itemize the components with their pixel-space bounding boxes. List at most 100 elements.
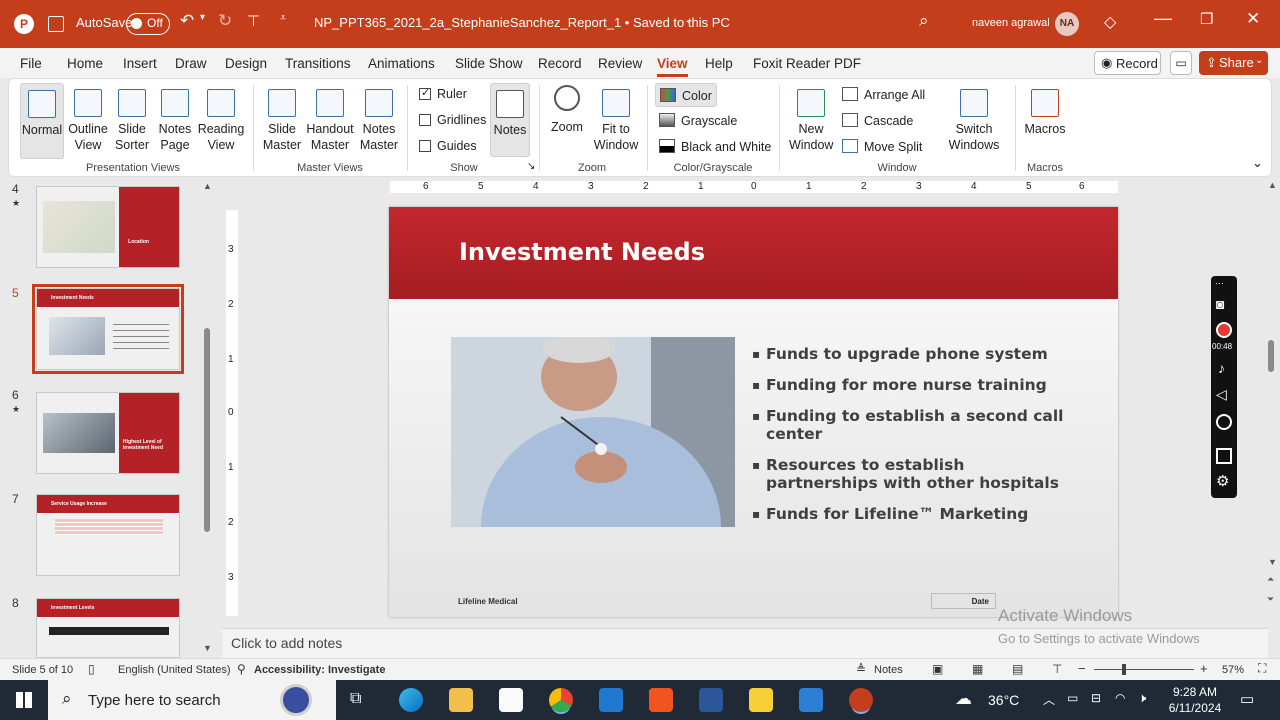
- share-button[interactable]: ⇪ Share ⌄: [1199, 51, 1268, 75]
- notes-master-button[interactable]: Notes Master: [357, 89, 401, 153]
- tab-foxit-reader-pdf[interactable]: Foxit Reader PDF: [753, 56, 861, 71]
- handout-master-button[interactable]: Handout Master: [305, 89, 355, 153]
- file-explorer-icon[interactable]: [449, 688, 473, 712]
- battery-icon[interactable]: ▭: [1067, 691, 1078, 705]
- zoom-button[interactable]: Zoom: [547, 85, 587, 135]
- slide-thumbnail-5[interactable]: Investment Needs: [32, 284, 184, 374]
- recorder-menu-icon[interactable]: ⋯: [1215, 278, 1224, 289]
- minimize-icon[interactable]: —: [1154, 8, 1172, 29]
- outline-view-button[interactable]: Outline View: [66, 89, 110, 153]
- camera-icon[interactable]: ◙: [1216, 296, 1224, 312]
- fit-to-window-button[interactable]: Fit to Window: [593, 89, 639, 153]
- undo-dropdown-icon[interactable]: ▾: [200, 12, 205, 23]
- language-indicator[interactable]: English (United States): [118, 664, 231, 676]
- speaker-icon[interactable]: ◁: [1216, 386, 1227, 403]
- ruler-checkbox[interactable]: Ruler: [419, 86, 467, 101]
- notes-status-button[interactable]: Notes: [874, 664, 903, 676]
- powerpoint-taskbar-icon[interactable]: [849, 688, 873, 712]
- chrome-browser-icon[interactable]: [549, 688, 573, 712]
- notes-page-button[interactable]: Notes Page: [155, 89, 195, 153]
- clock-widget-icon[interactable]: [280, 684, 312, 716]
- comments-icon[interactable]: ▭: [1170, 51, 1192, 75]
- scroll-down-icon[interactable]: ▼: [203, 643, 212, 653]
- screen-icon[interactable]: [1216, 448, 1232, 464]
- normal-view-button[interactable]: Normal: [20, 83, 64, 159]
- taskbar-clock[interactable]: 9:28 AM 6/11/2024: [1160, 684, 1230, 716]
- restore-icon[interactable]: ❐: [1200, 10, 1213, 28]
- network-icon[interactable]: ⊟: [1091, 691, 1101, 705]
- tab-home[interactable]: Home: [67, 56, 103, 71]
- slide-photo-elderly-man[interactable]: [451, 337, 735, 527]
- diamond-icon[interactable]: ◇: [1104, 12, 1116, 32]
- next-slide-icon[interactable]: ⏷: [1267, 594, 1274, 605]
- arrange-all-button[interactable]: Arrange All: [842, 87, 925, 102]
- slide-thumbnail-6[interactable]: Highest Level of Investment Need: [36, 392, 180, 474]
- black-and-white-button[interactable]: Black and White: [659, 139, 771, 154]
- tray-chevron-up-icon[interactable]: ︿: [1043, 691, 1055, 708]
- tab-animations[interactable]: Animations: [368, 56, 435, 71]
- close-icon[interactable]: ✕: [1246, 9, 1260, 29]
- zoom-slider-thumb[interactable]: [1122, 664, 1126, 675]
- thumbnails-scrollbar[interactable]: [204, 328, 210, 532]
- microsoft-store-icon[interactable]: [499, 688, 523, 712]
- dialog-launcher-icon[interactable]: ↘: [527, 161, 535, 172]
- scroll-down-icon[interactable]: ▼: [1268, 557, 1277, 567]
- windows-start-icon[interactable]: [16, 692, 32, 708]
- search-icon[interactable]: ⌕: [919, 11, 929, 31]
- grayscale-button[interactable]: Grayscale: [659, 113, 737, 128]
- tab-help[interactable]: Help: [705, 56, 733, 71]
- settings-gear-icon[interactable]: ⚙: [1216, 472, 1229, 490]
- zoom-level[interactable]: 57%: [1222, 664, 1244, 676]
- gridlines-checkbox[interactable]: Gridlines: [419, 113, 486, 127]
- webcam-icon[interactable]: [1216, 414, 1232, 430]
- sticky-notes-icon[interactable]: [749, 688, 773, 712]
- switch-windows-button[interactable]: Switch Windows: [939, 89, 1009, 153]
- slide-thumbnail-8[interactable]: Investment Levels: [36, 598, 180, 658]
- notes-toggle-button[interactable]: Notes: [490, 83, 530, 157]
- wifi-icon[interactable]: ◠: [1115, 691, 1125, 705]
- slide-thumbnail-4[interactable]: Location: [36, 186, 180, 268]
- avatar[interactable]: NA: [1055, 12, 1079, 36]
- slide-date-placeholder[interactable]: Date: [931, 593, 996, 609]
- record-button[interactable]: ◉ Record: [1094, 51, 1161, 75]
- word-icon[interactable]: [699, 688, 723, 712]
- fit-slide-icon[interactable]: ⛶: [1258, 661, 1266, 676]
- title-dropdown-icon[interactable]: ⌄: [684, 13, 693, 26]
- tab-design[interactable]: Design: [225, 56, 267, 71]
- slide-bullet-list[interactable]: Funds to upgrade phone system Funding fo…: [752, 345, 1072, 536]
- volume-icon[interactable]: 🕨: [1138, 690, 1146, 706]
- slide-master-button[interactable]: Slide Master: [261, 89, 303, 153]
- customize-toolbar-icon[interactable]: ⩡: [280, 12, 286, 25]
- scroll-up-icon[interactable]: ▲: [1268, 180, 1277, 190]
- previous-slide-icon[interactable]: ⏶: [1267, 574, 1274, 585]
- slideshow-status-icon[interactable]: ⊤: [1052, 662, 1062, 676]
- editor-scrollbar[interactable]: [1268, 340, 1274, 372]
- scroll-up-icon[interactable]: ▲: [203, 181, 212, 191]
- tab-insert[interactable]: Insert: [123, 56, 157, 71]
- temperature[interactable]: 36°C: [988, 692, 1019, 708]
- undo-icon[interactable]: ↶: [180, 11, 194, 31]
- zoom-out-icon[interactable]: −: [1078, 661, 1086, 676]
- autosave-toggle[interactable]: Off: [126, 13, 170, 35]
- collapse-ribbon-icon[interactable]: ⌄: [1252, 155, 1263, 171]
- zoom-in-icon[interactable]: +: [1200, 661, 1208, 676]
- taskbar-search-box[interactable]: ⌕ Type here to search: [48, 680, 336, 720]
- record-stop-icon[interactable]: [1216, 322, 1232, 338]
- reading-view-button[interactable]: Reading View: [197, 89, 245, 153]
- slide-sorter-button[interactable]: Slide Sorter: [111, 89, 153, 153]
- tab-review[interactable]: Review: [598, 56, 642, 71]
- tab-file[interactable]: File: [20, 56, 42, 71]
- tab-record[interactable]: Record: [538, 56, 582, 71]
- macros-button[interactable]: Macros: [1023, 89, 1067, 137]
- accessibility-status[interactable]: Accessibility: Investigate: [254, 664, 385, 676]
- reading-view-status-icon[interactable]: ▤: [1012, 662, 1023, 676]
- save-icon[interactable]: [48, 16, 64, 32]
- remote-desktop-icon[interactable]: [799, 688, 823, 712]
- edge-browser-icon[interactable]: [399, 688, 423, 712]
- mail-icon[interactable]: [599, 688, 623, 712]
- brave-browser-icon[interactable]: [649, 688, 673, 712]
- redo-icon[interactable]: ↻: [218, 11, 232, 31]
- new-window-button[interactable]: New Window: [789, 89, 833, 153]
- slide-title[interactable]: Investment Needs: [459, 238, 705, 266]
- task-view-icon[interactable]: ⧉: [350, 690, 361, 708]
